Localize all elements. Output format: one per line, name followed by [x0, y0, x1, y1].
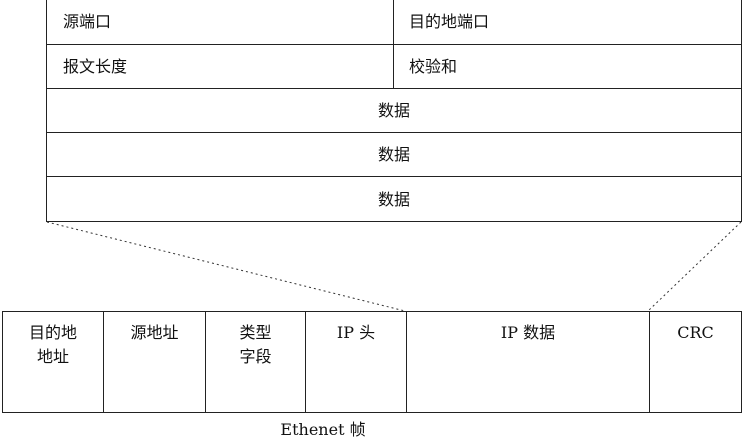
frame-ip-header-label: IP 头	[336, 323, 376, 342]
frame-type-field-line2: 字段	[239, 347, 272, 366]
frame-source-address: 源地址	[104, 312, 206, 412]
frame-dest-address-line2: 地址	[36, 347, 69, 366]
frame-crc-label: CRC	[677, 323, 714, 342]
frame-dest-address-line1: 目的地	[28, 323, 77, 342]
length-cell: 报文长度	[47, 45, 394, 88]
source-port-cell: 源端口	[47, 0, 394, 44]
packet-row-data-2: 数据	[47, 133, 741, 177]
frame-type-field: 类型 字段	[206, 312, 306, 412]
packet-table: 源端口 目的地端口 报文长度 校验和 数据 数据 数据	[46, 0, 742, 222]
frame-caption: Ethenet 帧	[280, 420, 366, 439]
frame-ip-header: IP 头	[306, 312, 407, 412]
frame-ip-data-label: IP 数据	[500, 323, 556, 342]
frame-type-field-line1: 类型	[239, 323, 272, 342]
packet-row-ports: 源端口 目的地端口	[47, 0, 741, 45]
packet-row-length-checksum: 报文长度 校验和	[47, 45, 741, 89]
packet-row-data-1: 数据	[47, 89, 741, 133]
packet-row-data-3: 数据	[47, 177, 741, 222]
checksum-cell: 校验和	[409, 56, 458, 76]
frame-source-address-label: 源地址	[130, 323, 179, 342]
ethernet-frame: 目的地 地址 源地址 类型 字段 IP 头 IP 数据 CRC	[2, 311, 742, 413]
frame-dest-address: 目的地 地址	[3, 312, 104, 412]
frame-crc: CRC	[650, 312, 741, 412]
frame-ip-data: IP 数据	[407, 312, 650, 412]
destination-port-cell: 目的地端口	[409, 12, 490, 31]
right-guide-line	[647, 221, 742, 312]
left-guide-line	[46, 221, 406, 312]
data-cell-2: 数据	[377, 144, 410, 164]
data-cell-3: 数据	[377, 189, 410, 209]
data-cell-1: 数据	[377, 100, 410, 120]
